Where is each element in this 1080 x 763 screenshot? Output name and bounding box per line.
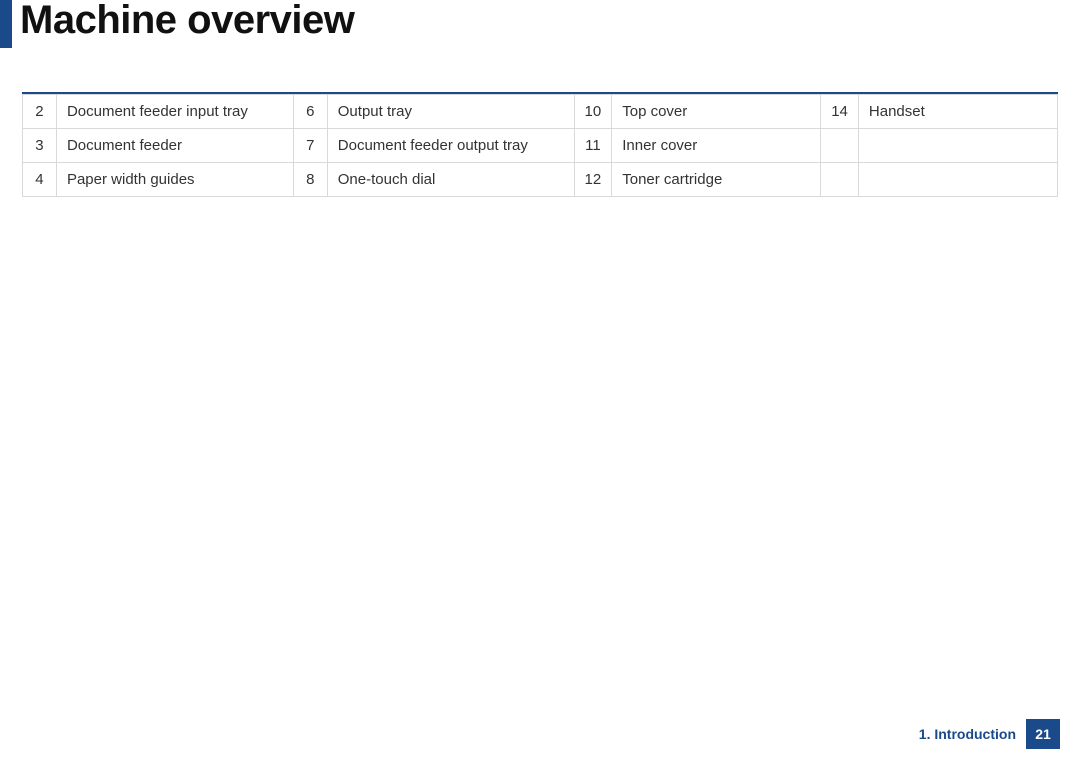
page-number-badge: 21 bbox=[1026, 719, 1060, 749]
table-row: 4 Paper width guides 8 One-touch dial 12… bbox=[23, 163, 1058, 197]
part-number: 6 bbox=[293, 95, 327, 129]
part-number: 10 bbox=[574, 95, 612, 129]
part-number: 11 bbox=[574, 129, 612, 163]
part-number: 12 bbox=[574, 163, 612, 197]
parts-table-container: 2 Document feeder input tray 6 Output tr… bbox=[22, 92, 1058, 197]
part-number: 14 bbox=[821, 95, 859, 129]
page-footer: 1. Introduction 21 bbox=[919, 719, 1060, 749]
part-label: Top cover bbox=[612, 95, 821, 129]
table-row: 3 Document feeder 7 Document feeder outp… bbox=[23, 129, 1058, 163]
part-label: Toner cartridge bbox=[612, 163, 821, 197]
part-label: Document feeder bbox=[56, 129, 293, 163]
parts-table: 2 Document feeder input tray 6 Output tr… bbox=[22, 94, 1058, 197]
part-number: 2 bbox=[23, 95, 57, 129]
part-label: One-touch dial bbox=[327, 163, 574, 197]
part-number bbox=[821, 163, 859, 197]
part-label bbox=[858, 163, 1057, 197]
part-label: Inner cover bbox=[612, 129, 821, 163]
page-title: Machine overview bbox=[20, 0, 354, 43]
part-label bbox=[858, 129, 1057, 163]
part-number: 4 bbox=[23, 163, 57, 197]
part-label: Document feeder input tray bbox=[56, 95, 293, 129]
part-number: 8 bbox=[293, 163, 327, 197]
part-number: 7 bbox=[293, 129, 327, 163]
part-label: Handset bbox=[858, 95, 1057, 129]
footer-section-label: 1. Introduction bbox=[919, 726, 1016, 742]
table-row: 2 Document feeder input tray 6 Output tr… bbox=[23, 95, 1058, 129]
part-number: 3 bbox=[23, 129, 57, 163]
part-number bbox=[821, 129, 859, 163]
part-label: Paper width guides bbox=[56, 163, 293, 197]
title-accent-bar bbox=[0, 0, 12, 48]
part-label: Document feeder output tray bbox=[327, 129, 574, 163]
part-label: Output tray bbox=[327, 95, 574, 129]
